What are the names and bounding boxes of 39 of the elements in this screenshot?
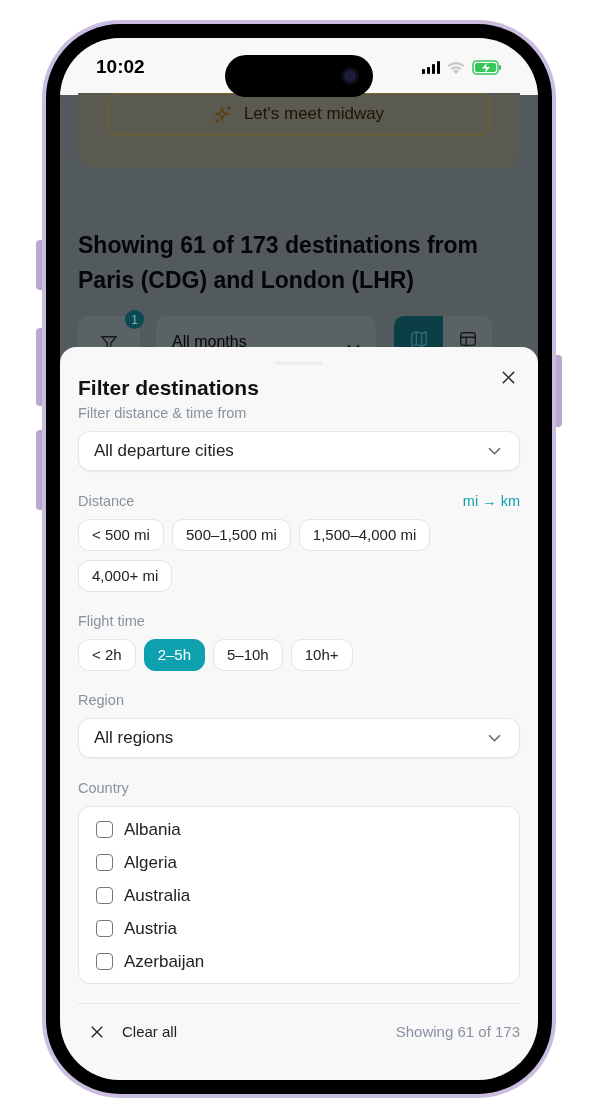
section-label: Filter distance & time from (78, 404, 248, 423)
departure-select[interactable]: All departure cities (78, 431, 520, 471)
filter-chip[interactable]: 1,500–4,000 mi (298, 519, 431, 551)
filter-chip[interactable]: 4,000+ mi (78, 560, 173, 592)
checkbox[interactable] (96, 887, 113, 904)
map-icon (409, 330, 428, 348)
section-label: Region (78, 691, 125, 710)
filter-chip[interactable]: < 2h (78, 639, 136, 671)
close-icon (90, 1025, 104, 1040)
country-option[interactable]: Austria (124, 915, 177, 942)
section-label: Flight time (78, 612, 146, 631)
checkbox[interactable] (96, 920, 113, 937)
section-label: Country (78, 779, 130, 798)
chevron-down-icon (488, 734, 501, 742)
table-icon (458, 330, 477, 348)
filter-chip[interactable]: < 500 mi (78, 519, 164, 551)
checkbox[interactable] (96, 821, 113, 838)
checkbox[interactable] (96, 953, 113, 970)
signal-icon (422, 61, 440, 74)
filter-chip[interactable]: 500–1,500 mi (171, 519, 291, 551)
clear-all-button[interactable]: Clear all (78, 1021, 178, 1044)
count-badge: 1 (125, 310, 144, 329)
region-select[interactable]: All regions (78, 718, 520, 758)
section-label: Distance (78, 492, 135, 511)
country-option[interactable]: Azerbaijan (124, 948, 205, 975)
filter-chip[interactable]: 10h+ (290, 639, 353, 671)
wifi-icon (446, 60, 466, 75)
result-count: Showing 61 of 173 (395, 1022, 520, 1042)
country-option[interactable]: Algeria (124, 849, 177, 876)
status-time: 10:02 (96, 55, 145, 80)
battery-icon (472, 60, 502, 75)
filter-chip[interactable]: 5–10h (213, 639, 283, 671)
page-heading: Showing 61 of 173 destinations from Paris (CDG) and London (LHR) (78, 231, 479, 295)
country-option[interactable]: Australia (124, 882, 191, 909)
checkbox[interactable] (96, 854, 113, 871)
sparkle-icon (213, 104, 234, 124)
chevron-down-icon (488, 447, 501, 455)
country-option[interactable]: Albania (124, 816, 181, 843)
sheet-title: Filter destinations (78, 375, 259, 401)
